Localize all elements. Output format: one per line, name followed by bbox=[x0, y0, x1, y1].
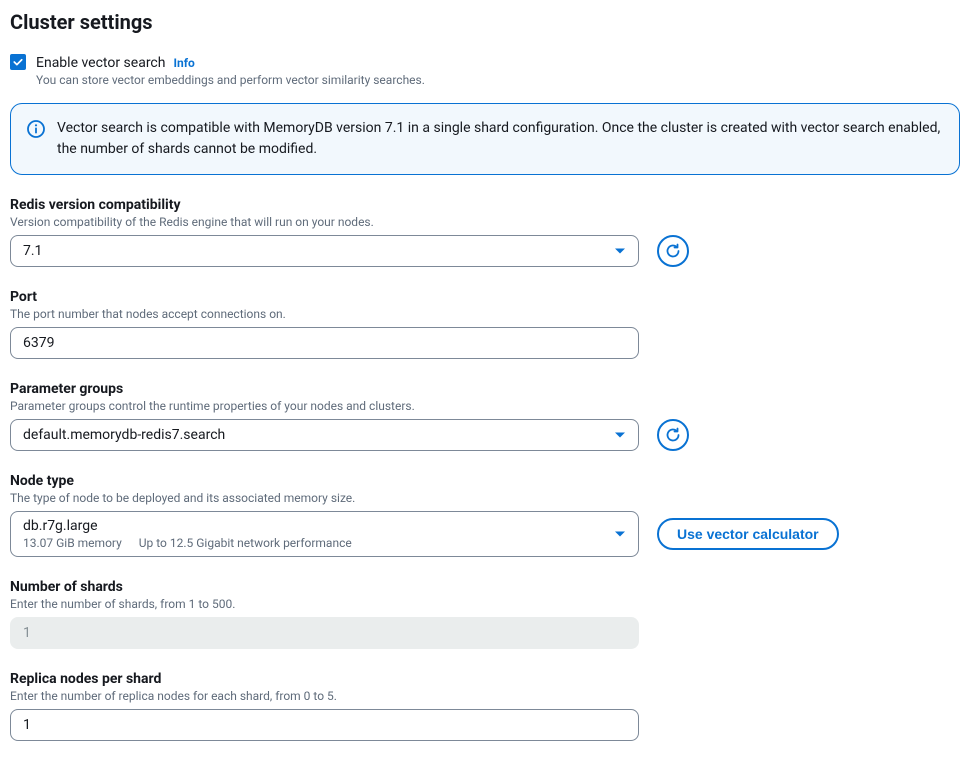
redis-version-field: Redis version compatibility Version comp… bbox=[10, 197, 960, 267]
parameter-groups-label: Parameter groups bbox=[10, 381, 960, 397]
port-label: Port bbox=[10, 289, 960, 305]
replica-nodes-field: Replica nodes per shard Enter the number… bbox=[10, 671, 960, 741]
parameter-groups-value: default.memorydb-redis7.search bbox=[23, 427, 225, 443]
redis-version-label: Redis version compatibility bbox=[10, 197, 960, 213]
info-icon bbox=[27, 120, 45, 138]
redis-version-description: Version compatibility of the Redis engin… bbox=[10, 215, 960, 229]
node-type-memory: 13.07 GiB memory bbox=[23, 536, 122, 550]
node-type-details: 13.07 GiB memory Up to 12.5 Gigabit netw… bbox=[23, 536, 366, 550]
refresh-icon bbox=[665, 427, 681, 443]
info-banner-text: Vector search is compatible with MemoryD… bbox=[57, 118, 943, 160]
refresh-icon bbox=[665, 243, 681, 259]
enable-vector-search-checkbox[interactable] bbox=[10, 54, 26, 70]
use-vector-calculator-button[interactable]: Use vector calculator bbox=[657, 518, 839, 550]
enable-vector-search-field: Enable vector search Info You can store … bbox=[10, 52, 960, 87]
chevron-down-icon bbox=[614, 245, 626, 257]
enable-vector-search-label: Enable vector search bbox=[36, 55, 165, 71]
number-of-shards-description: Enter the number of shards, from 1 to 50… bbox=[10, 597, 960, 611]
redis-version-select[interactable]: 7.1 bbox=[10, 235, 639, 267]
parameter-groups-field: Parameter groups Parameter groups contro… bbox=[10, 381, 960, 451]
info-link[interactable]: Info bbox=[173, 56, 194, 70]
checkbox-content: Enable vector search Info You can store … bbox=[36, 52, 960, 87]
number-of-shards-label: Number of shards bbox=[10, 579, 960, 595]
port-field: Port The port number that nodes accept c… bbox=[10, 289, 960, 359]
chevron-down-icon bbox=[614, 429, 626, 441]
node-type-label: Node type bbox=[10, 473, 960, 489]
node-type-value: db.r7g.large bbox=[23, 518, 366, 534]
replica-nodes-label: Replica nodes per shard bbox=[10, 671, 960, 687]
parameter-groups-select[interactable]: default.memorydb-redis7.search bbox=[10, 419, 639, 451]
chevron-down-icon bbox=[614, 528, 626, 540]
node-type-network: Up to 12.5 Gigabit network performance bbox=[139, 536, 352, 550]
redis-version-refresh-button[interactable] bbox=[657, 235, 689, 267]
node-type-field: Node type The type of node to be deploye… bbox=[10, 473, 960, 557]
check-icon bbox=[12, 56, 24, 68]
node-type-description: The type of node to be deployed and its … bbox=[10, 491, 960, 505]
replica-nodes-input[interactable] bbox=[10, 709, 639, 741]
page-title: Cluster settings bbox=[10, 10, 960, 34]
info-banner: Vector search is compatible with MemoryD… bbox=[10, 103, 960, 175]
redis-version-value: 7.1 bbox=[23, 243, 42, 259]
number-of-shards-field: Number of shards Enter the number of sha… bbox=[10, 579, 960, 649]
port-input[interactable] bbox=[10, 327, 639, 359]
parameter-groups-refresh-button[interactable] bbox=[657, 419, 689, 451]
enable-vector-search-description: You can store vector embeddings and perf… bbox=[36, 73, 960, 87]
parameter-groups-description: Parameter groups control the runtime pro… bbox=[10, 399, 960, 413]
replica-nodes-description: Enter the number of replica nodes for ea… bbox=[10, 689, 960, 703]
node-type-select[interactable]: db.r7g.large 13.07 GiB memory Up to 12.5… bbox=[10, 511, 639, 557]
port-description: The port number that nodes accept connec… bbox=[10, 307, 960, 321]
number-of-shards-input bbox=[10, 617, 639, 649]
